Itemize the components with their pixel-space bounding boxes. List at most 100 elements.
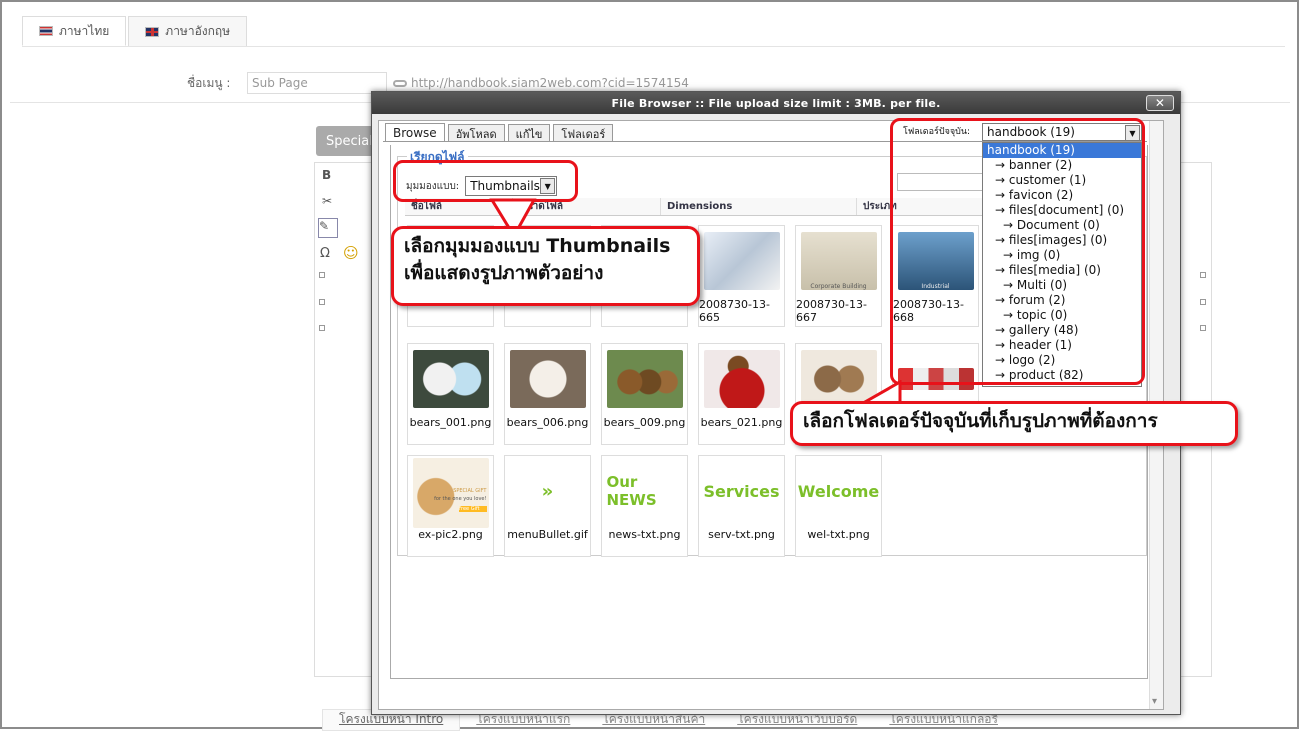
thumbnail-item[interactable]: Services serv-txt.png	[698, 455, 785, 557]
folder-option[interactable]: → files[images] (0)	[983, 233, 1141, 248]
tab-folder[interactable]: โฟลเดอร์	[553, 124, 614, 142]
col-dimensions[interactable]: Dimensions	[661, 198, 857, 215]
folder-select-value: handbook (19)	[987, 125, 1075, 139]
folder-option[interactable]: → product (82)	[983, 368, 1141, 383]
thumbnail-caption: bears_001.png	[409, 416, 492, 429]
fieldset-legend: เรียกดูไฟล์	[407, 148, 468, 167]
resize-handle[interactable]	[319, 272, 325, 278]
link-icon	[393, 79, 407, 87]
thumbnail-image-text: Industrial	[921, 283, 950, 290]
bold-icon[interactable]: B	[322, 168, 331, 182]
thumbnail-caption: 2008730-13-665	[699, 298, 770, 324]
view-mode-label: มุมมองแบบ:	[406, 180, 460, 192]
folder-option[interactable]: → topic (0)	[983, 308, 1141, 323]
cut-icon[interactable]: ✂	[322, 194, 332, 208]
thumbnails-callout: เลือกมุมมองแบบ Thumbnails เพื่อแสดงรูปภา…	[391, 226, 700, 306]
resize-handle[interactable]	[319, 325, 325, 331]
thumbnail-image-text: Corporate Building	[810, 283, 867, 290]
thumbnail-image: Industrial	[897, 232, 974, 290]
thumbnail-item[interactable]: Welcome wel-txt.png	[795, 455, 882, 557]
thumbnail-item[interactable]: SPECIAL GIFT for the one you love! Free …	[407, 455, 494, 557]
chevron-down-icon: ▼	[1125, 125, 1140, 141]
uk-flag-icon	[145, 26, 160, 37]
resize-handle[interactable]	[1200, 272, 1206, 278]
folder-callout: เลือกโฟลเดอร์ปัจจุบันที่เก็บรูปภาพที่ต้อ…	[790, 401, 1238, 446]
browser-tabs: Browse อัพโหลด แก้ไข โฟลเดอร์	[385, 123, 614, 142]
folder-option[interactable]: → favicon (2)	[983, 188, 1141, 203]
thumbnail-image	[703, 232, 780, 290]
thumbnail-caption: bears_021.png	[700, 416, 783, 429]
thumbnail-caption: 2008730-13-668	[893, 298, 964, 324]
col-type[interactable]: ประเภท	[857, 198, 985, 215]
dialog-titlebar[interactable]: File Browser :: File upload size limit :…	[372, 92, 1180, 114]
folder-option[interactable]: handbook (19)	[983, 143, 1141, 158]
folder-label: โฟลเดอร์ปัจจุบัน:	[903, 127, 971, 137]
menu-name-label: ชื่อเมนู :	[187, 75, 231, 90]
resize-handle[interactable]	[1200, 325, 1206, 331]
ex-pic-text-tag: Free Gift	[458, 506, 487, 512]
thumbnail-image-text: Welcome	[797, 481, 880, 501]
folder-option[interactable]: → gallery (48)	[983, 323, 1141, 338]
thumbnail-caption: 2008730-13-667	[796, 298, 867, 324]
folder-option[interactable]: → banner (2)	[983, 158, 1141, 173]
tab-upload[interactable]: อัพโหลด	[447, 124, 505, 142]
thumbnail-image	[509, 350, 586, 408]
thumbnail-caption: bears_006.png	[506, 416, 589, 429]
tab-divider	[22, 46, 1285, 47]
thumbnail-caption: wel-txt.png	[807, 528, 870, 541]
folder-option[interactable]: → logo (2)	[983, 353, 1141, 368]
folder-option[interactable]: → forum (2)	[983, 293, 1141, 308]
edit-source-icon[interactable]: ✎	[318, 218, 338, 238]
close-button[interactable]: ✕	[1146, 95, 1174, 111]
thumbnail-item[interactable]: Corporate Building 2008730-13-667	[795, 225, 882, 327]
thumbnail-item[interactable]: bears_009.png	[601, 343, 688, 445]
thumbnail-caption: bears_009.png	[603, 416, 686, 429]
thumbnail-image-text: Services	[703, 481, 780, 501]
folder-option[interactable]: → files[media] (0)	[983, 263, 1141, 278]
folder-option[interactable]: → files[document] (0)	[983, 203, 1141, 218]
chevron-down-icon: ▼	[540, 178, 556, 194]
bullet-icon: »	[541, 480, 554, 502]
thumbnail-item[interactable]: » menuBullet.gif	[504, 455, 591, 557]
thumbnail-image	[703, 350, 780, 408]
omega-icon[interactable]: Ω	[320, 246, 330, 261]
filter-input[interactable]	[897, 173, 987, 191]
thumbnail-caption: news-txt.png	[608, 528, 681, 541]
thumbnail-item[interactable]: 2008730-13-665	[698, 225, 785, 327]
thumbnail-image: SPECIAL GIFT for the one you love! Free …	[412, 458, 489, 528]
view-mode-row: มุมมองแบบ: Thumbnails ▼	[406, 176, 558, 196]
menu-url[interactable]: http://handbook.siam2web.com?cid=1574154	[393, 76, 689, 90]
thumbnail-item[interactable]: Industrial 2008730-13-668	[892, 225, 979, 327]
ex-pic-text-top: SPECIAL GIFT	[453, 488, 487, 494]
thumbnail-image	[606, 350, 683, 408]
special-button[interactable]: Special	[316, 126, 374, 156]
resize-handle[interactable]	[319, 299, 325, 305]
folder-option[interactable]: → Document (0)	[983, 218, 1141, 233]
thai-flag-icon	[39, 26, 53, 36]
folder-option[interactable]: → header (1)	[983, 338, 1141, 353]
resize-handle[interactable]	[1200, 299, 1206, 305]
tab-browse[interactable]: Browse	[385, 123, 445, 142]
view-mode-value: Thumbnails	[470, 179, 540, 193]
folder-option[interactable]: → customer (1)	[983, 173, 1141, 188]
thumbnail-item[interactable]: bears_021.png	[698, 343, 785, 445]
thumbnail-caption: ex-pic2.png	[418, 528, 483, 541]
thumbnail-item[interactable]: Our NEWS news-txt.png	[601, 455, 688, 557]
ex-pic-text-mid: for the one you love!	[434, 496, 487, 502]
view-mode-select[interactable]: Thumbnails ▼	[465, 176, 558, 196]
folder-select[interactable]: handbook (19) ▼	[982, 123, 1142, 141]
tab-thai[interactable]: ภาษาไทย	[22, 16, 127, 46]
thumbnail-caption: serv-txt.png	[708, 528, 775, 541]
thumbnail-image	[897, 368, 974, 390]
folder-option[interactable]: → Multi (0)	[983, 278, 1141, 293]
thumbnail-caption: menuBullet.gif	[507, 528, 588, 541]
language-tabs: ภาษาไทย ภาษาอังกฤษ	[22, 16, 249, 46]
thumbnail-item[interactable]: bears_001.png	[407, 343, 494, 445]
tab-edit[interactable]: แก้ไข	[507, 124, 551, 142]
folder-option[interactable]: → img (0)	[983, 248, 1141, 263]
thumbnail-image-text: Our NEWS	[606, 473, 657, 509]
tab-english[interactable]: ภาษาอังกฤษ	[128, 16, 248, 46]
thumbnail-item[interactable]: bears_006.png	[504, 343, 591, 445]
menu-name-input[interactable]: Sub Page	[247, 72, 387, 94]
smiley-icon[interactable]: ☺	[343, 244, 359, 262]
